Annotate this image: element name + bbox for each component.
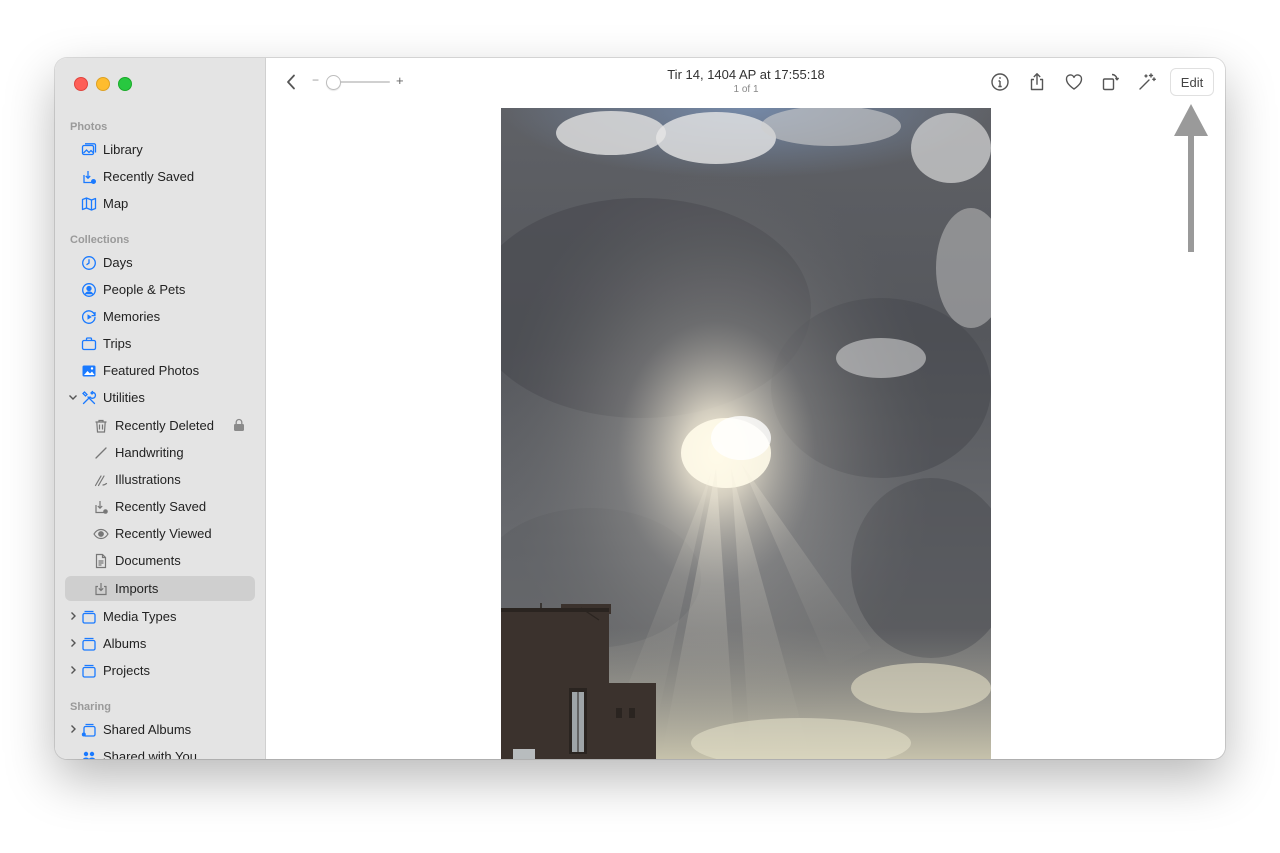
clock-icon	[81, 255, 97, 271]
zoom-slider-knob[interactable]	[326, 75, 341, 90]
photo-library-icon	[81, 142, 97, 158]
chevron-right-icon[interactable]	[68, 723, 78, 735]
import-tray-icon	[93, 581, 109, 597]
section-title-photos: Photos	[70, 121, 108, 133]
sidebar: Photos Library Recently Saved Map Collec…	[55, 58, 266, 759]
sidebar-item-media-types[interactable]: Media Types	[65, 604, 255, 629]
photos-window: Photos Library Recently Saved Map Collec…	[55, 58, 1225, 759]
sidebar-item-recently-deleted[interactable]: Recently Deleted	[65, 413, 255, 438]
sidebar-item-days[interactable]: Days	[65, 250, 255, 275]
sidebar-item-projects[interactable]: Projects	[65, 658, 255, 683]
album-stack-icon	[81, 636, 97, 652]
photo-count-subtitle: 1 of 1	[733, 84, 759, 95]
chevron-right-icon[interactable]	[68, 637, 78, 649]
sidebar-item-recently-viewed[interactable]: Recently Viewed	[65, 521, 255, 546]
chevron-down-icon[interactable]	[68, 391, 78, 403]
shared-album-icon	[81, 722, 97, 738]
sidebar-item-featured-photos[interactable]: Featured Photos	[65, 358, 255, 383]
chevron-right-icon[interactable]	[68, 610, 78, 622]
sidebar-item-shared-with-you[interactable]: Shared with You	[65, 744, 255, 759]
map-icon	[81, 196, 97, 212]
person-circle-icon	[81, 282, 97, 298]
lock-icon	[233, 418, 245, 432]
heart-icon[interactable]	[1064, 72, 1084, 92]
sidebar-item-memories[interactable]: Memories	[65, 304, 255, 329]
folder-stack-icon	[81, 609, 97, 625]
sidebar-item-map[interactable]: Map	[65, 191, 255, 216]
sidebar-item-utilities[interactable]: Utilities	[65, 385, 255, 410]
section-title-sharing: Sharing	[70, 701, 111, 713]
close-window-button[interactable]	[74, 77, 88, 91]
recently-saved-icon	[81, 169, 97, 185]
sidebar-item-library[interactable]: Library	[65, 137, 255, 162]
zoom-out-button[interactable]: −	[312, 73, 319, 87]
sidebar-item-albums[interactable]: Albums	[65, 631, 255, 656]
sidebar-item-utilities-recently-saved[interactable]: Recently Saved	[65, 494, 255, 519]
rotate-icon[interactable]	[1101, 72, 1121, 92]
photo-image	[501, 108, 991, 759]
photo-date-title: Tir 14, 1404 AP at 17:55:18	[667, 67, 825, 82]
trash-icon	[93, 418, 109, 434]
back-chevron-icon[interactable]	[283, 72, 299, 92]
zoom-window-button[interactable]	[118, 77, 132, 91]
sidebar-item-shared-albums[interactable]: Shared Albums	[65, 717, 255, 742]
memories-play-icon	[81, 309, 97, 325]
sidebar-item-illustrations[interactable]: Illustrations	[65, 467, 255, 492]
photo-view[interactable]	[501, 108, 991, 759]
scribble-icon	[93, 472, 109, 488]
tools-icon	[81, 390, 97, 406]
project-stack-icon	[81, 663, 97, 679]
magic-wand-icon[interactable]	[1137, 72, 1157, 92]
pen-stroke-icon	[93, 445, 109, 461]
recently-saved-icon	[93, 499, 109, 515]
featured-photo-icon	[81, 363, 97, 379]
suitcase-icon	[81, 336, 97, 352]
sidebar-item-documents[interactable]: Documents	[65, 548, 255, 573]
eye-icon	[93, 526, 109, 542]
sidebar-item-people-pets[interactable]: People & Pets	[65, 277, 255, 302]
main-viewer: − + Tir 14, 1404 AP at 17:55:18 1 of 1 E…	[266, 58, 1225, 759]
traffic-lights	[74, 77, 132, 91]
annotation-arrow-up-icon	[1174, 104, 1208, 252]
minimize-window-button[interactable]	[96, 77, 110, 91]
share-icon[interactable]	[1027, 72, 1047, 92]
section-title-collections: Collections	[70, 234, 130, 246]
sidebar-item-handwriting[interactable]: Handwriting	[65, 440, 255, 465]
chevron-right-icon[interactable]	[68, 664, 78, 676]
zoom-in-button[interactable]: +	[396, 73, 404, 88]
edit-button[interactable]: Edit	[1170, 68, 1214, 96]
document-icon	[93, 553, 109, 569]
sidebar-item-imports[interactable]: Imports	[65, 576, 255, 601]
sidebar-item-trips[interactable]: Trips	[65, 331, 255, 356]
sidebar-item-recently-saved[interactable]: Recently Saved	[65, 164, 255, 189]
shared-with-you-icon	[81, 749, 97, 759]
info-icon[interactable]	[990, 72, 1010, 92]
